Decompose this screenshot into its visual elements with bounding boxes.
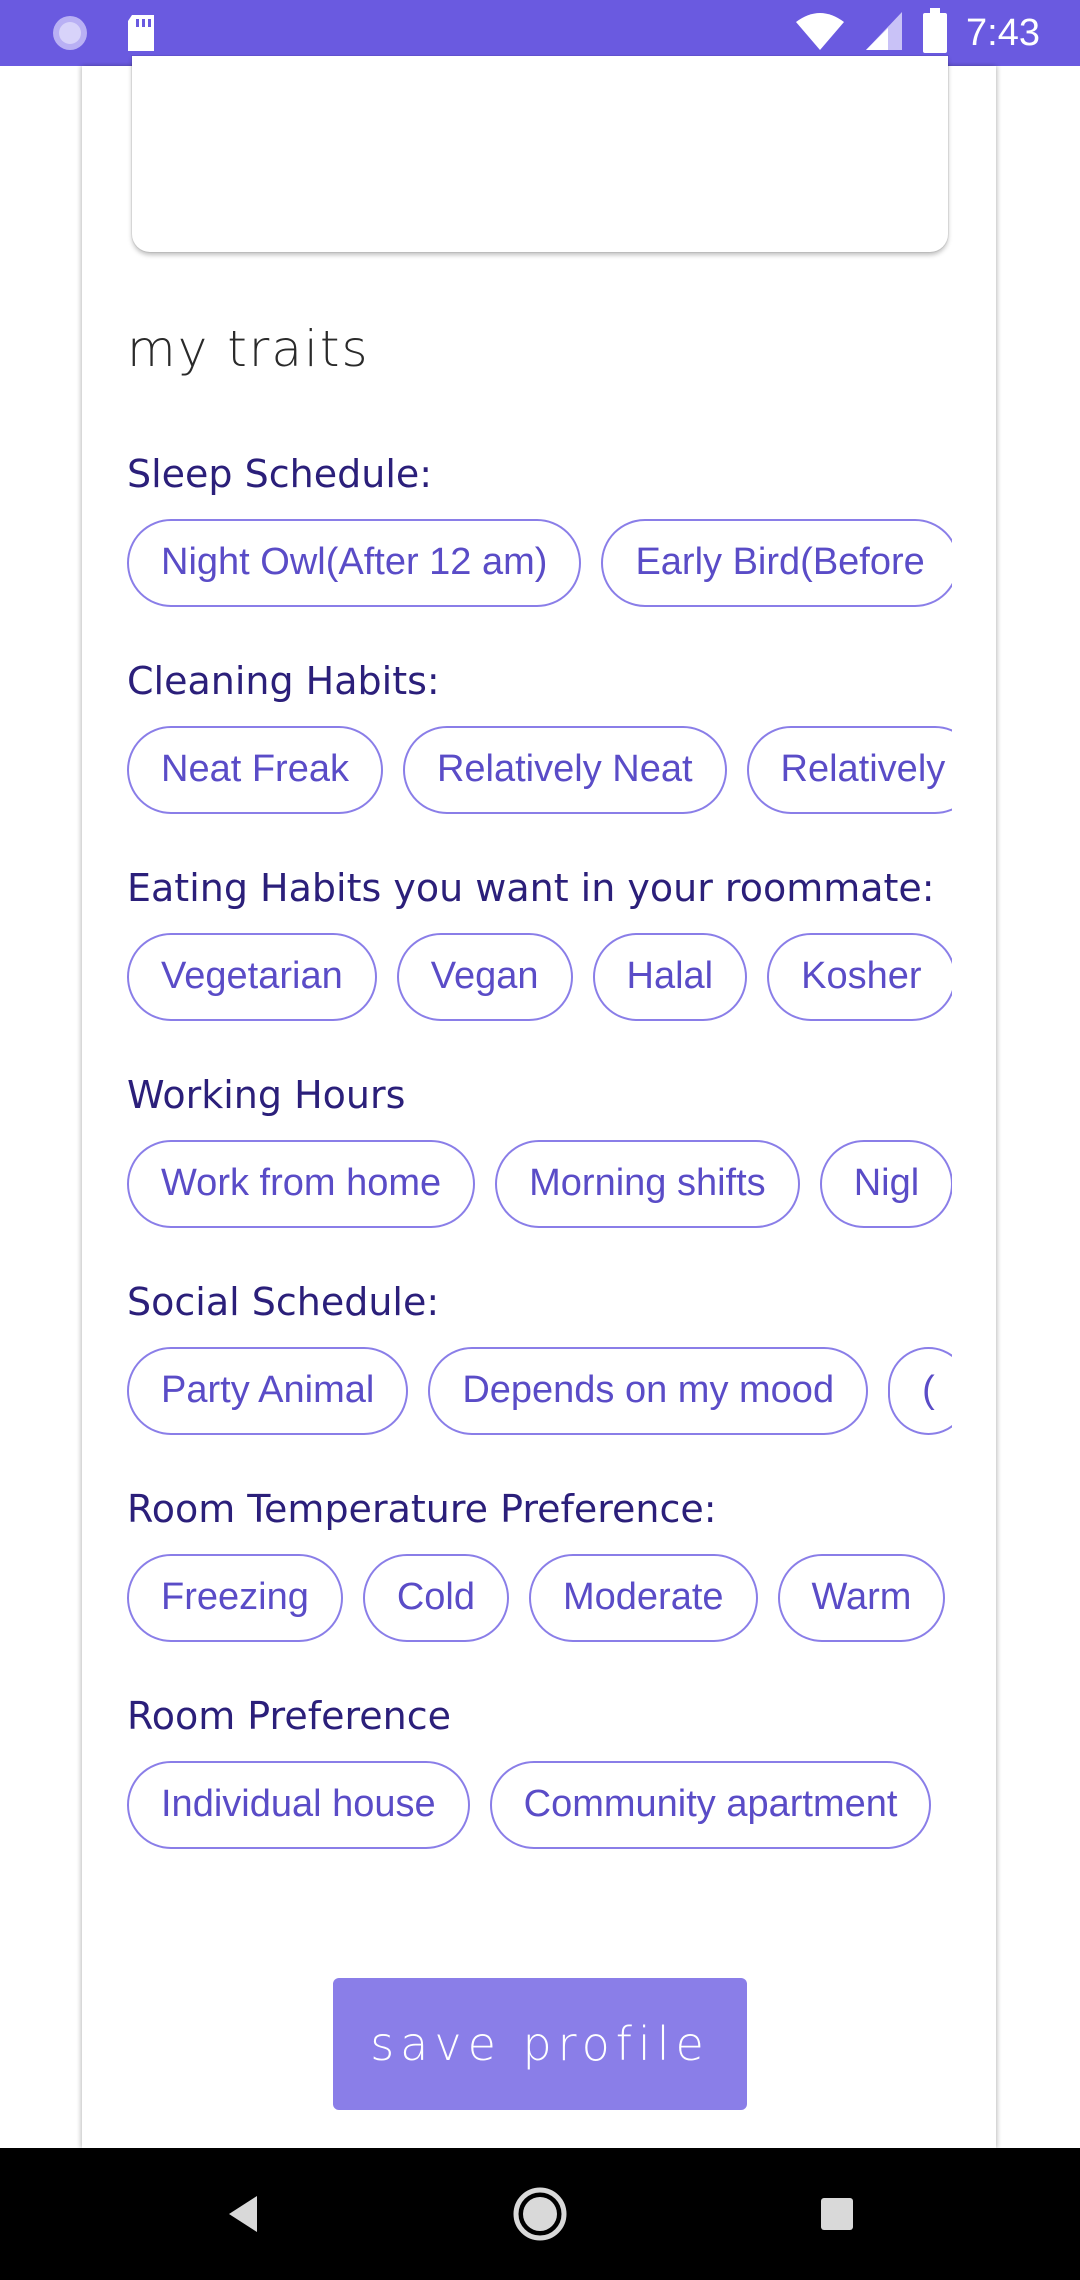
chip-row[interactable]: Night Owl(After 12 am) Early Bird(Before xyxy=(127,519,952,607)
chip-option[interactable]: Halal xyxy=(592,933,748,1021)
trait-label: Room Temperature Preference: xyxy=(127,1487,717,1531)
home-icon[interactable] xyxy=(502,2176,578,2252)
trait-group-eating-habits: Eating Habits you want in your roommate:… xyxy=(127,865,952,1021)
back-icon[interactable] xyxy=(205,2176,281,2252)
save-profile-button[interactable]: save profile xyxy=(333,1978,747,2110)
chip-option[interactable]: Relatively Neat xyxy=(402,726,727,814)
chip-row[interactable]: Neat Freak Relatively Neat Relatively xyxy=(127,726,952,814)
profile-card: my traits Sleep Schedule: Night Owl(Afte… xyxy=(82,56,996,2148)
chip-option[interactable]: Nigl xyxy=(819,1140,952,1228)
battery-icon xyxy=(922,8,948,59)
signal-icon xyxy=(864,10,904,57)
chip-option[interactable]: Freezing xyxy=(127,1554,343,1642)
chip-row[interactable]: Vegetarian Vegan Halal Kosher xyxy=(127,933,952,1021)
wifi-icon xyxy=(794,10,846,57)
trait-label: Working Hours xyxy=(127,1073,406,1117)
trait-label: Cleaning Habits: xyxy=(127,659,440,703)
trait-group-working-hours: Working Hours Work from home Morning shif… xyxy=(127,1072,952,1228)
chip-option[interactable]: Morning shifts xyxy=(495,1140,800,1228)
chip-option[interactable]: Depends on my mood xyxy=(428,1347,869,1435)
trait-label: Room Preference xyxy=(127,1694,451,1738)
trait-group-cleaning-habits: Cleaning Habits: Neat Freak Relatively Ne… xyxy=(127,658,952,814)
chip-option[interactable]: Moderate xyxy=(529,1554,758,1642)
trait-label: Social Schedule: xyxy=(127,1280,440,1324)
chip-option[interactable]: Neat Freak xyxy=(127,726,383,814)
trait-group-sleep-schedule: Sleep Schedule: Night Owl(After 12 am) Ea… xyxy=(127,451,952,607)
section-title: my traits xyxy=(127,320,370,378)
chip-option[interactable]: Community apartment xyxy=(489,1761,932,1849)
trait-group-social-schedule: Social Schedule: Party Animal Depends on … xyxy=(127,1279,952,1435)
trait-label: Eating Habits you want in your roommate: xyxy=(127,866,935,910)
chip-option[interactable]: Warm xyxy=(777,1554,946,1642)
trait-group-room-preference: Room Preference Individual house Communit… xyxy=(127,1693,952,1849)
navigation-bar xyxy=(0,2148,1080,2280)
chip-option[interactable]: Party Animal xyxy=(127,1347,409,1435)
chip-row[interactable]: Party Animal Depends on my mood( xyxy=(127,1347,952,1435)
chip-row[interactable]: Work from home Morning shifts Nigl xyxy=(127,1140,952,1228)
chip-option[interactable]: Work from home xyxy=(127,1140,476,1228)
bio-text-area[interactable] xyxy=(132,56,948,252)
chip-option[interactable]: Vegan xyxy=(396,933,573,1021)
trait-group-room-temperature: Room Temperature Preference: Freezing Col… xyxy=(127,1486,952,1642)
chip-row[interactable]: Individual house Community apartment xyxy=(127,1761,952,1849)
sd-card-icon xyxy=(124,13,158,58)
chip-option[interactable]: Relatively xyxy=(746,726,952,814)
chip-option[interactable]: Individual house xyxy=(127,1761,470,1849)
chip-option[interactable]: Night Owl(After 12 am) xyxy=(127,519,582,607)
chip-option[interactable]: Early Bird(Before xyxy=(601,519,952,607)
status-time: 7:43 xyxy=(966,12,1040,54)
trait-label: Sleep Schedule: xyxy=(127,452,433,496)
recents-icon[interactable] xyxy=(799,2176,875,2252)
chip-option[interactable]: Kosher xyxy=(767,933,952,1021)
chip-row[interactable]: Freezing Cold Moderate Warm xyxy=(127,1554,952,1642)
chip-option[interactable]: Vegetarian xyxy=(127,933,377,1021)
chip-option[interactable]: ( xyxy=(888,1347,952,1435)
chip-option[interactable]: Cold xyxy=(362,1554,509,1642)
loading-icon xyxy=(50,13,90,58)
